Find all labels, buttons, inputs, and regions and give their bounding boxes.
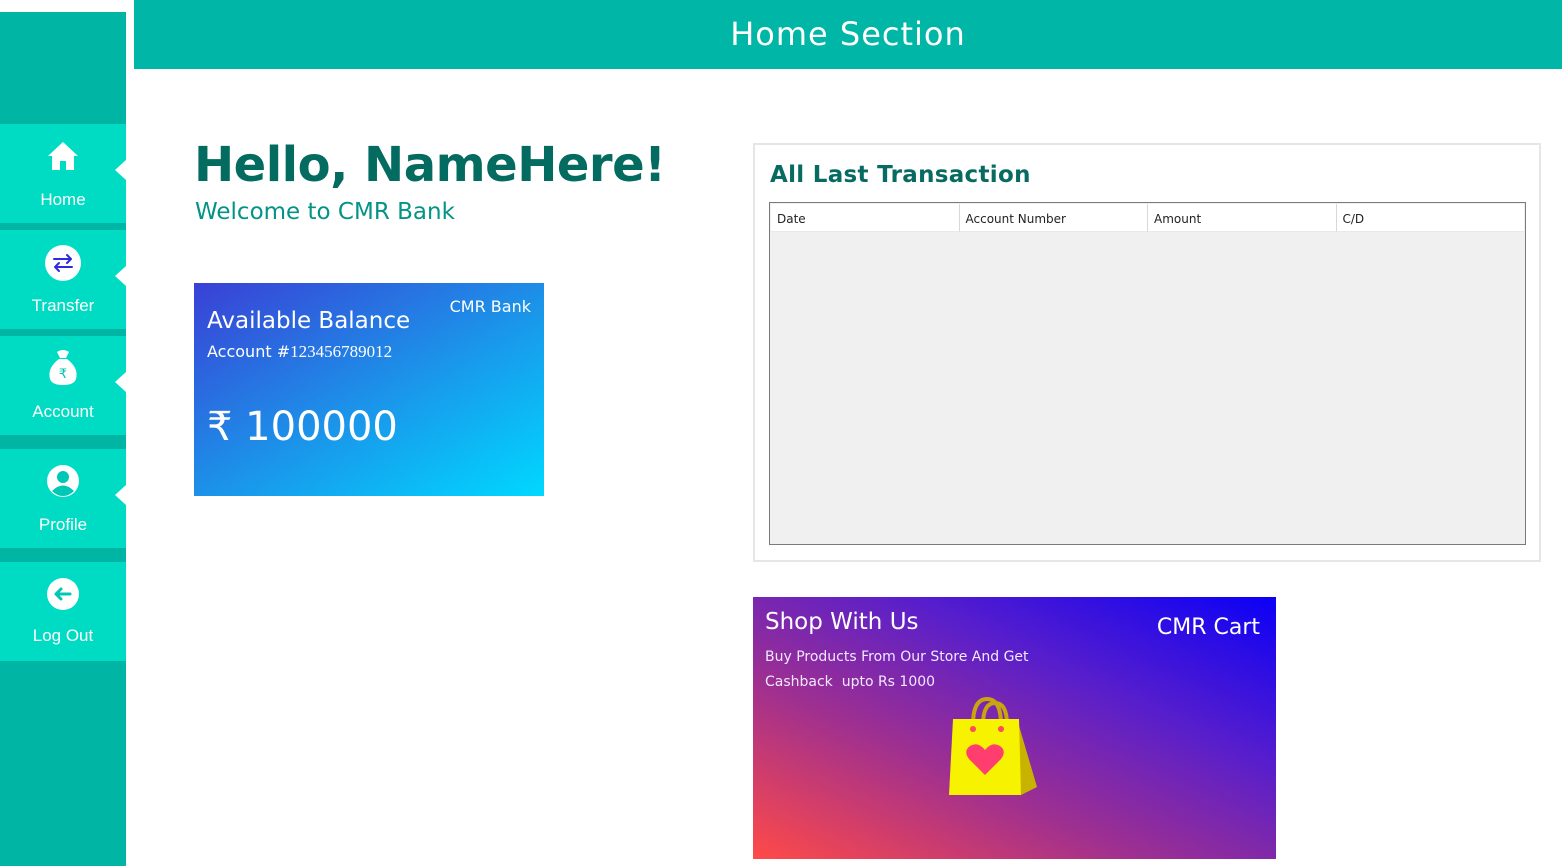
column-header-account-number[interactable]: Account Number — [959, 204, 1148, 232]
home-icon — [44, 137, 82, 175]
header-bar: Home Section — [134, 0, 1562, 69]
column-header-amount[interactable]: Amount — [1148, 204, 1337, 232]
sidebar-item-label: Home — [40, 190, 86, 209]
sidebar-item-profile[interactable]: Profile — [0, 449, 126, 548]
shop-title: Shop With Us — [765, 609, 919, 635]
user-icon — [44, 462, 82, 500]
sidebar-item-label: Profile — [38, 515, 88, 534]
table-header: Date Account Number Amount C/D — [771, 204, 1524, 232]
active-indicator — [115, 160, 126, 180]
greeting-heading: Hello, NameHere! — [194, 137, 666, 193]
balance-card: CMR Bank Available Balance Account #1234… — [194, 283, 544, 496]
page-title: Home Section — [730, 15, 966, 53]
shop-brand: CMR Cart — [1156, 615, 1260, 640]
transactions-table[interactable]: Date Account Number Amount C/D — [769, 202, 1526, 545]
sidebar-item-transfer[interactable]: Transfer — [0, 230, 126, 329]
shopping-bag-icon — [947, 696, 1043, 799]
sidebar: Home Transfer ₹ Account Profile Log Out — [0, 12, 126, 866]
welcome-subtitle: Welcome to CMR Bank — [195, 199, 455, 225]
balance-title: Available Balance — [207, 308, 411, 334]
balance-amount: ₹ 100000 — [207, 404, 398, 450]
svg-text:₹: ₹ — [59, 367, 67, 382]
account-number: 123456789012 — [290, 342, 393, 361]
logout-icon — [44, 575, 82, 613]
money-bag-icon: ₹ — [44, 348, 82, 386]
transfer-icon — [44, 244, 82, 282]
sidebar-item-label: Log Out — [32, 626, 94, 645]
shop-description-line: Buy Products From Our Store And Get — [765, 649, 1029, 665]
column-header-cd[interactable]: C/D — [1336, 204, 1524, 232]
notch-indicator — [115, 266, 126, 286]
account-label: Account # — [207, 342, 291, 361]
column-header-date[interactable]: Date — [771, 204, 960, 232]
bank-name: CMR Bank — [449, 297, 531, 316]
sidebar-item-label: Account — [32, 402, 94, 421]
sidebar-item-home[interactable]: Home — [0, 124, 126, 223]
shop-banner[interactable]: Shop With Us CMR Cart Buy Products From … — [753, 597, 1276, 859]
notch-indicator — [115, 485, 126, 505]
sidebar-item-account[interactable]: ₹ Account — [0, 336, 126, 435]
shop-description: Buy Products From Our Store And Get Cash… — [765, 645, 1065, 695]
shop-description-line: Cashback upto Rs 1000 — [765, 674, 936, 690]
account-line: Account #123456789012 — [207, 342, 392, 362]
sidebar-item-logout[interactable]: Log Out — [0, 562, 126, 661]
transactions-title: All Last Transaction — [770, 162, 1031, 188]
notch-indicator — [115, 372, 126, 392]
sidebar-item-label: Transfer — [31, 296, 95, 315]
transactions-panel: All Last Transaction Date Account Number… — [753, 143, 1541, 562]
